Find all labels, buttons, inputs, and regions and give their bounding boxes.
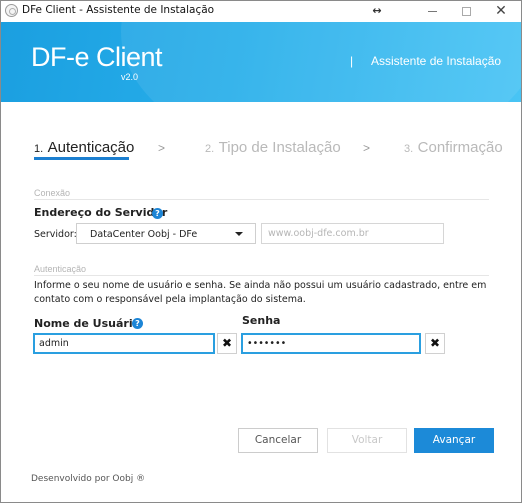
resize-icon[interactable]: ↔ (355, 1, 399, 22)
active-step-indicator (34, 157, 129, 160)
clear-username-button[interactable]: ✖ (217, 333, 237, 354)
step-confirmation: 3. Confirmação (404, 139, 503, 157)
step-installation-type: 2. Tipo de Instalação (205, 139, 341, 157)
server-select-value: DataCenter Oobj - DFe (90, 229, 198, 240)
installer-window: DFe Client - Assistente de Instalação ↔ … (0, 0, 522, 503)
close-icon: ✖ (221, 336, 233, 350)
header-subtitle: Assistente de Instalação (371, 54, 502, 68)
server-select[interactable]: DataCenter Oobj - DFe (76, 223, 256, 244)
server-url-input[interactable]: www.oobj-dfe.com.br (261, 223, 444, 244)
step-label: Autenticação (47, 139, 135, 156)
clear-password-button[interactable]: ✖ (425, 333, 445, 354)
password-title: Senha (242, 314, 281, 327)
authentication-section-title: Autenticação (34, 264, 87, 274)
app-version: v2.0 (121, 72, 139, 82)
minimize-icon (427, 10, 437, 12)
step-number: 1. (34, 143, 44, 155)
back-button[interactable]: Voltar (327, 428, 407, 453)
app-logo: DF-e Client (31, 42, 163, 72)
step-separator: > (158, 141, 166, 155)
connection-section-title: Conexão (34, 188, 71, 198)
footer-credit: Desenvolvido por Oobj ® (31, 474, 146, 484)
close-button[interactable]: ✕ (479, 1, 522, 22)
server-label: Servidor: (34, 229, 77, 240)
step-number: 3. (404, 143, 414, 155)
header-separator: | (350, 54, 354, 68)
username-input[interactable]: admin (33, 333, 215, 354)
step-authentication: 1. Autenticação (34, 139, 134, 157)
maximize-icon (461, 6, 471, 16)
step-label: Confirmação (417, 139, 503, 156)
server-address-title: Endereço do Servidor (34, 206, 168, 219)
authentication-info: Informe o seu nome de usuário e senha. S… (34, 280, 487, 305)
close-icon: ✖ (429, 336, 441, 350)
step-number: 2. (205, 143, 215, 155)
next-button[interactable]: Avançar (414, 428, 494, 453)
step-separator: > (363, 141, 371, 155)
header-banner: DF-e Client v2.0 | Assistente de Instala… (1, 22, 521, 102)
help-icon[interactable]: ? (132, 318, 143, 329)
chevron-down-icon (235, 232, 243, 236)
authentication-divider (34, 275, 489, 276)
connection-divider (34, 199, 489, 200)
password-input[interactable]: ••••••• (241, 333, 421, 354)
help-icon[interactable]: ? (152, 208, 163, 219)
username-title: Nome de Usuário (34, 317, 141, 330)
step-label: Tipo de Instalação (218, 139, 341, 156)
app-icon (5, 4, 18, 17)
title-bar: DFe Client - Assistente de Instalação ↔ … (1, 1, 521, 22)
window-title: DFe Client - Assistente de Instalação (22, 4, 215, 16)
cancel-button[interactable]: Cancelar (238, 428, 318, 453)
